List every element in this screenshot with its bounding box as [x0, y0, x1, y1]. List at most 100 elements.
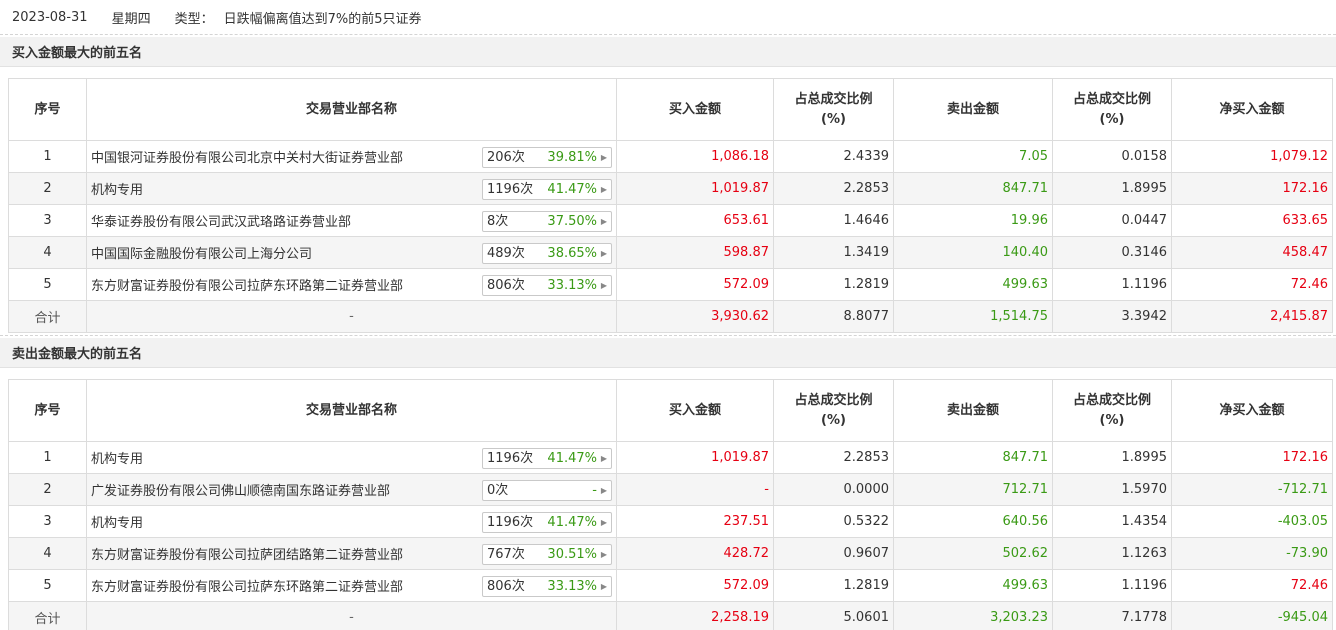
col-header-buy-ratio-line2: (%) [821, 111, 846, 127]
branch-stats-button[interactable]: 806次 33.13% ▶ [482, 576, 612, 597]
branch-name-cell: 中国国际金融股份有限公司上海分公司 489次 38.65% ▶ [86, 236, 617, 269]
branch-stats-button[interactable]: 8次 37.50% ▶ [482, 211, 612, 232]
branch-stats-button[interactable]: 1196次 41.47% ▶ [482, 448, 612, 469]
divider [0, 335, 1336, 336]
branch-stats-button[interactable]: 206次 39.81% ▶ [482, 147, 612, 168]
branch-stats-button[interactable]: 1196次 41.47% ▶ [482, 179, 612, 200]
branch-name-link[interactable]: 东方财富证券股份有限公司拉萨东环路第二证券营业部 [91, 275, 403, 294]
buy-ratio: 0.9607 [773, 537, 894, 570]
listing-count: 767次 [487, 547, 525, 562]
branch-name-cell: 华泰证券股份有限公司武汉武珞路证券营业部 8次 37.50% ▶ [86, 204, 617, 237]
branch-stats-button[interactable]: 0次 - ▶ [482, 480, 612, 501]
caret-right-icon: ▶ [600, 454, 607, 463]
total-buy-amount: 3,930.62 [616, 300, 774, 333]
trade-weekday: 星期四 [111, 11, 151, 27]
listing-count: 1196次 [487, 451, 534, 466]
total-sell-ratio: 3.3942 [1052, 300, 1172, 333]
win-rate: 38.65% [547, 246, 597, 261]
buy-amount: 1,086.18 [616, 140, 774, 173]
buy-ratio: 0.5322 [773, 505, 894, 538]
branch-name-cell: 中国银河证券股份有限公司北京中关村大街证券营业部 206次 39.81% ▶ [86, 140, 617, 173]
col-header-buy-ratio: 占总成交比例 (%) [773, 379, 894, 442]
row-index: 4 [8, 236, 87, 269]
sell-amount: 847.71 [893, 441, 1053, 474]
table-row: 4 中国国际金融股份有限公司上海分公司 489次 38.65% ▶ 598.87 1.341… [8, 236, 1333, 269]
col-header-buy: 买入金额 [616, 78, 774, 141]
buy-ratio: 1.2819 [773, 569, 894, 602]
net-buy-amount: 72.46 [1171, 268, 1333, 301]
buy-amount: 598.87 [616, 236, 774, 269]
win-rate: 37.50% [547, 214, 597, 229]
win-rate: 41.47% [547, 182, 597, 197]
table-row: 3 华泰证券股份有限公司武汉武珞路证券营业部 8次 37.50% ▶ 653.61 1.46… [8, 204, 1333, 237]
branch-name-cell: 机构专用 1196次 41.47% ▶ [86, 441, 617, 474]
total-net-buy-amount: 2,415.87 [1171, 300, 1333, 333]
row-index: 5 [8, 569, 87, 602]
net-buy-amount: 172.16 [1171, 172, 1333, 205]
caret-right-icon: ▶ [600, 486, 607, 495]
net-buy-amount: -403.05 [1171, 505, 1333, 538]
sell-ratio: 1.1263 [1052, 537, 1172, 570]
branch-name-cell: 东方财富证券股份有限公司拉萨东环路第二证券营业部 806次 33.13% ▶ [86, 268, 617, 301]
branch-name-link[interactable]: 中国银河证券股份有限公司北京中关村大街证券营业部 [91, 147, 403, 166]
sell-section-title: 卖出金额最大的前五名 [0, 338, 1336, 368]
table-header-row: 序号 交易营业部名称 买入金额 占总成交比例 (%) 卖出金额 占总成交比例 (%)… [8, 379, 1333, 442]
branch-stats-button[interactable]: 767次 30.51% ▶ [482, 544, 612, 565]
branch-name-link[interactable]: 东方财富证券股份有限公司拉萨团结路第二证券营业部 [91, 544, 403, 563]
sell-ratio: 0.3146 [1052, 236, 1172, 269]
col-header-sell-ratio: 占总成交比例 (%) [1052, 379, 1172, 442]
net-buy-amount: 72.46 [1171, 569, 1333, 602]
type-label: 类型： [174, 11, 214, 27]
win-rate: - [592, 483, 597, 498]
sell-ratio: 0.0447 [1052, 204, 1172, 237]
branch-stats-button[interactable]: 1196次 41.47% ▶ [482, 512, 612, 533]
branch-name-link[interactable]: 中国国际金融股份有限公司上海分公司 [91, 243, 312, 262]
branch-name-link[interactable]: 华泰证券股份有限公司武汉武珞路证券营业部 [91, 211, 351, 230]
branch-stats-button[interactable]: 489次 38.65% ▶ [482, 243, 612, 264]
sell-ratio: 1.8995 [1052, 441, 1172, 474]
col-header-sell-ratio-line1: 占总成交比例 [1072, 392, 1151, 408]
sell-ratio: 1.8995 [1052, 172, 1172, 205]
total-net-buy-amount: -945.04 [1171, 601, 1333, 630]
listing-count: 1196次 [487, 182, 534, 197]
row-index: 2 [8, 473, 87, 506]
row-index: 3 [8, 505, 87, 538]
total-sell-amount: 3,203.23 [893, 601, 1053, 630]
col-header-sell-ratio: 占总成交比例 (%) [1052, 78, 1172, 141]
col-header-buy-ratio: 占总成交比例 (%) [773, 78, 894, 141]
row-index: 2 [8, 172, 87, 205]
caret-right-icon: ▶ [600, 153, 607, 162]
listing-count: 206次 [487, 150, 525, 165]
buy-ratio: 1.2819 [773, 268, 894, 301]
buy-ratio: 1.4646 [773, 204, 894, 237]
branch-name-link[interactable]: 机构专用 [91, 448, 143, 467]
sell-amount: 499.63 [893, 569, 1053, 602]
buy-section-title: 买入金额最大的前五名 [0, 37, 1336, 67]
branch-stats-button[interactable]: 806次 33.13% ▶ [482, 275, 612, 296]
total-sell-amount: 1,514.75 [893, 300, 1053, 333]
caret-right-icon: ▶ [600, 582, 607, 591]
total-name-placeholder: - [86, 300, 617, 333]
row-index: 5 [8, 268, 87, 301]
buy-ratio: 2.4339 [773, 140, 894, 173]
branch-name-link[interactable]: 东方财富证券股份有限公司拉萨东环路第二证券营业部 [91, 576, 403, 595]
branch-name-link[interactable]: 机构专用 [91, 179, 143, 198]
col-header-name: 交易营业部名称 [86, 78, 617, 141]
net-buy-amount: 172.16 [1171, 441, 1333, 474]
col-header-buy: 买入金额 [616, 379, 774, 442]
listing-count: 489次 [487, 246, 525, 261]
net-buy-amount: 458.47 [1171, 236, 1333, 269]
caret-right-icon: ▶ [600, 249, 607, 258]
branch-name-cell: 机构专用 1196次 41.47% ▶ [86, 172, 617, 205]
sell-ratio: 1.1196 [1052, 569, 1172, 602]
sell-amount: 712.71 [893, 473, 1053, 506]
row-index: 4 [8, 537, 87, 570]
branch-name-link[interactable]: 广发证券股份有限公司佛山顺德南国东路证券营业部 [91, 480, 390, 499]
table-row: 1 机构专用 1196次 41.47% ▶ 1,019.87 2.2853 847.71 1.8… [8, 441, 1333, 474]
col-header-buy-ratio-line2: (%) [821, 412, 846, 428]
total-row: 合计 -2,258.19 5.0601 3,203.23 7.1778 -945.04 [8, 601, 1333, 630]
col-header-net: 净买入金额 [1171, 78, 1333, 141]
buy-ratio: 2.2853 [773, 441, 894, 474]
branch-name-link[interactable]: 机构专用 [91, 512, 143, 531]
col-header-sell-ratio-line2: (%) [1099, 111, 1125, 127]
